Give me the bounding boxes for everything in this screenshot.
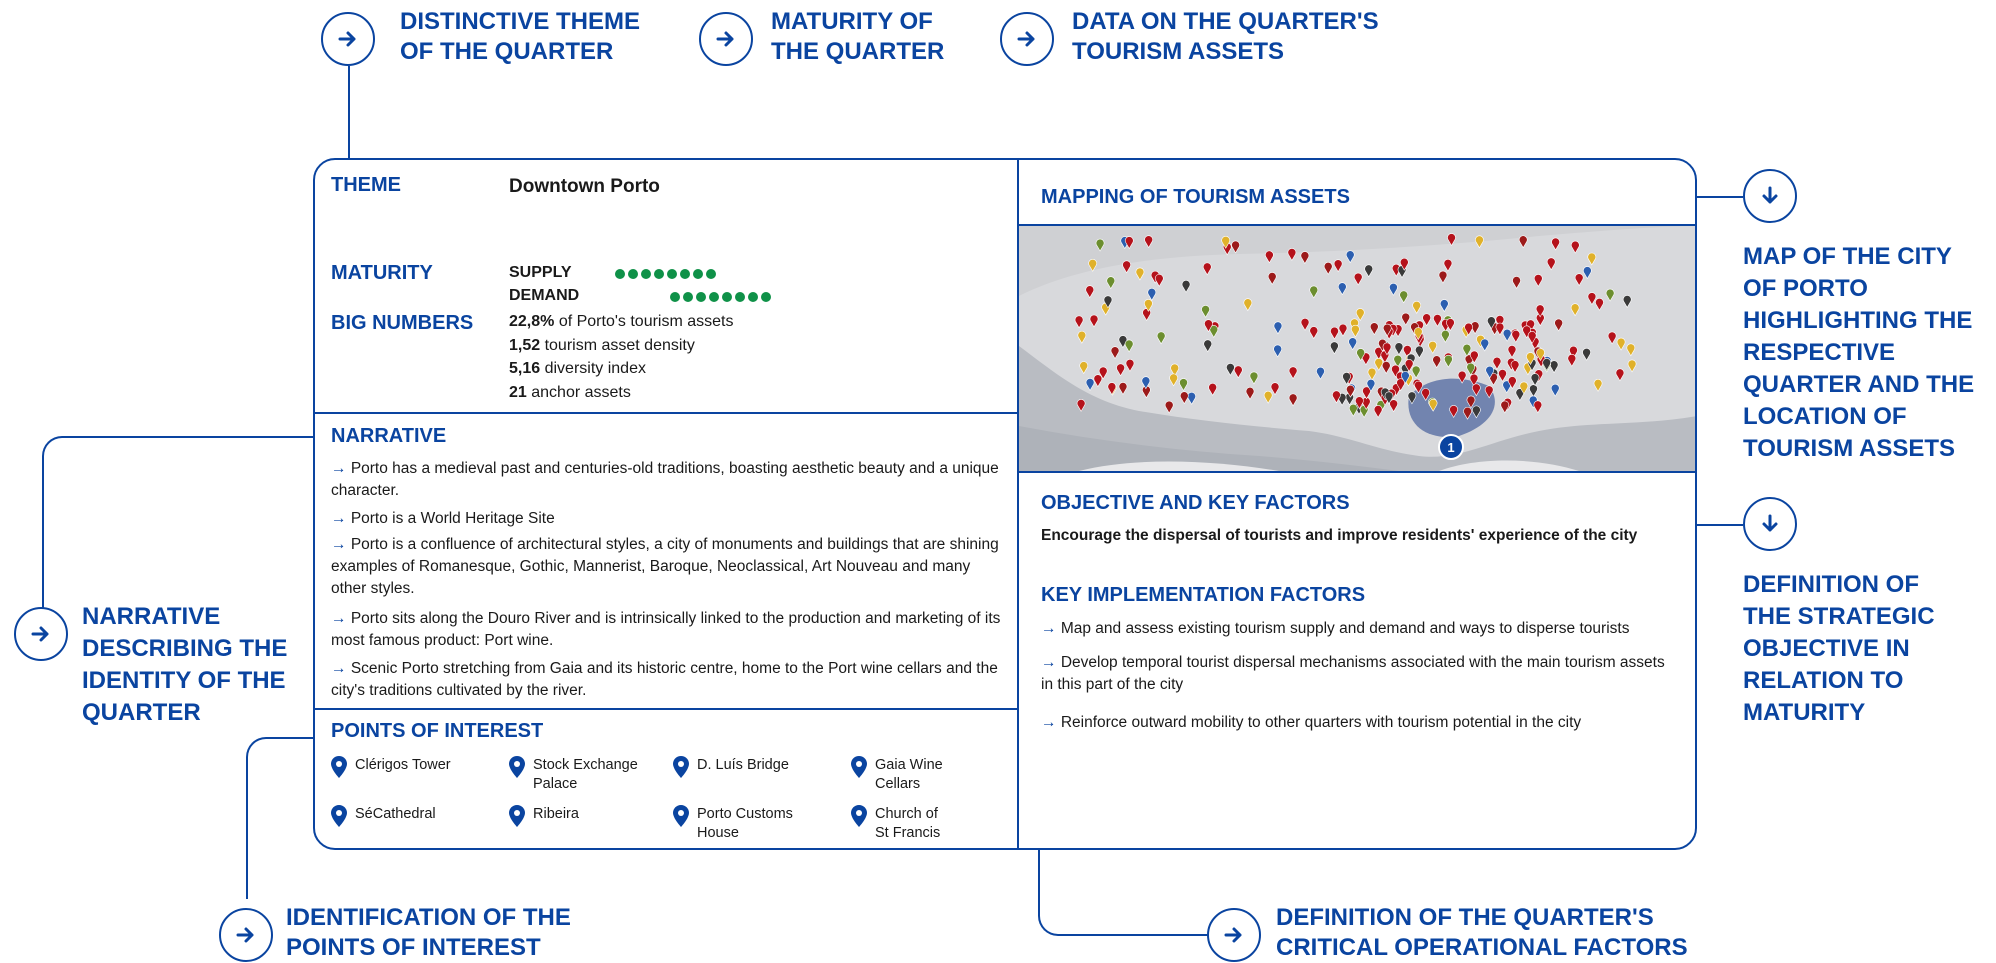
big-number-item: 5,16 diversity index — [509, 360, 646, 377]
maturity-dot — [761, 292, 771, 302]
location-pin-icon — [509, 756, 525, 778]
maturity-dot — [722, 292, 732, 302]
theme-label: THEME — [331, 174, 401, 196]
poi-name: SéCathedral — [355, 806, 436, 822]
callout-maturity: MATURITY OF THE QUARTER — [771, 8, 945, 65]
big-number-item: 21 anchor assets — [509, 383, 631, 401]
location-pin-icon — [851, 805, 867, 827]
callout-narrative: NARRATIVE DESCRIBING THE IDENTITY OF THE… — [82, 603, 288, 726]
location-pin-icon — [331, 756, 347, 778]
callout-map: MAP OF THE CITY OF PORTO HIGHLIGHTING TH… — [1743, 243, 1975, 462]
maturity-dot — [667, 269, 677, 279]
narrative-label: NARRATIVE — [331, 425, 447, 447]
big-numbers-label: BIG NUMBERS — [331, 312, 474, 334]
supply-dots — [615, 266, 719, 284]
connector-poi — [246, 737, 315, 899]
poi-name: Gaia Wine Cellars — [875, 757, 943, 792]
demand-label: DEMAND — [509, 287, 580, 304]
callout-strategic: DEFINITION OF THE STRATEGIC OBJECTIVE IN… — [1743, 571, 1935, 726]
kif-label: KEY IMPLEMENTATION FACTORS — [1041, 584, 1366, 606]
poi-item: Gaia Wine Cellars — [851, 756, 943, 794]
poi-label: POINTS OF INTEREST — [331, 720, 544, 742]
poi-name: Church of St Francis — [875, 806, 941, 841]
maturity-dot — [683, 292, 693, 302]
poi-item: SéCathedral — [331, 805, 436, 827]
critical-arrow-icon — [1207, 908, 1261, 962]
maturity-dot — [670, 292, 680, 302]
map-marker-label: 1 — [1447, 440, 1454, 455]
data-arrow-icon — [1000, 12, 1054, 66]
callout-poi: IDENTIFICATION OF THE POINTS OF INTEREST — [286, 904, 571, 961]
divider-narrative — [315, 412, 1017, 414]
kif-item: → Develop temporal tourist dispersal mec… — [1041, 654, 1665, 693]
theme-arrow-icon — [321, 12, 375, 66]
maturity-arrow-icon — [699, 12, 753, 66]
narrative-item: → Porto sits along the Douro River and i… — [331, 610, 1001, 649]
poi-item: Stock Exchange Palace — [509, 756, 638, 794]
mapping-label: MAPPING OF TOURISM ASSETS — [1041, 186, 1350, 208]
divider-poi — [315, 708, 1017, 710]
narrative-item: → Porto is a confluence of architectural… — [331, 536, 999, 597]
callout-critical: DEFINITION OF THE QUARTER'S CRITICAL OPE… — [1276, 904, 1688, 961]
callout-data: DATA ON THE QUARTER'S TOURISM ASSETS — [1072, 8, 1379, 65]
maturity-dot — [693, 269, 703, 279]
poi-item: Porto Customs House — [673, 805, 793, 843]
poi-item: Clérigos Tower — [331, 756, 451, 778]
maturity-dot — [709, 292, 719, 302]
maturity-dot — [641, 269, 651, 279]
poi-name: Porto Customs House — [697, 806, 793, 841]
connector-critical — [1038, 850, 1210, 936]
divider-objective — [1019, 471, 1695, 473]
maturity-dot — [706, 269, 716, 279]
connector-strategic — [1697, 524, 1743, 526]
map-graphic: 1 — [1019, 226, 1695, 471]
big-number-item: 22,8% of Porto's tourism assets — [509, 313, 734, 330]
maturity-label: MATURITY — [331, 262, 433, 284]
narrative-item: → Porto has a medieval past and centurie… — [331, 460, 999, 499]
narrative-item: → Scenic Porto stretching from Gaia and … — [331, 660, 998, 699]
maturity-dot — [615, 269, 625, 279]
maturity-dot — [748, 292, 758, 302]
theme-value: Downtown Porto — [509, 176, 660, 197]
maturity-dot — [654, 269, 664, 279]
maturity-dot — [680, 269, 690, 279]
kif-item: → Reinforce outward mobility to other qu… — [1041, 714, 1582, 731]
poi-name: Ribeira — [533, 806, 579, 822]
poi-name: Stock Exchange Palace — [533, 757, 638, 792]
location-pin-icon — [331, 805, 347, 827]
connector-map — [1697, 196, 1743, 198]
callout-theme: DISTINCTIVE THEME OF THE QUARTER — [400, 8, 641, 65]
objective-text: Encourage the dispersal of tourists and … — [1041, 527, 1638, 544]
strategic-arrow-down-icon — [1743, 497, 1797, 551]
location-pin-icon — [851, 756, 867, 778]
objective-label: OBJECTIVE AND KEY FACTORS — [1041, 492, 1350, 514]
connector-narrative — [42, 436, 315, 614]
maturity-dot — [696, 292, 706, 302]
narrative-item: → Porto is a World Heritage Site — [331, 510, 555, 527]
tourism-assets-map[interactable]: 1 — [1019, 226, 1695, 471]
demand-dots — [670, 289, 774, 307]
poi-item: Ribeira — [509, 805, 579, 827]
poi-name: Clérigos Tower — [355, 757, 451, 773]
narrative-arrow-icon — [14, 607, 68, 661]
location-pin-icon — [509, 805, 525, 827]
poi-item: D. Luís Bridge — [673, 756, 789, 778]
supply-label: SUPPLY — [509, 264, 572, 281]
big-number-item: 1,52 tourism asset density — [509, 336, 695, 354]
location-pin-icon — [673, 805, 689, 827]
poi-name: D. Luís Bridge — [697, 757, 789, 773]
poi-arrow-icon — [219, 908, 273, 962]
location-pin-icon — [673, 756, 689, 778]
poi-item: Church of St Francis — [851, 805, 940, 843]
kif-item: → Map and assess existing tourism supply… — [1041, 620, 1630, 637]
map-arrow-down-icon — [1743, 169, 1797, 223]
connector-theme — [348, 66, 350, 158]
big-numbers-list: 22,8% of Porto's tourism assets 1,52 tou… — [509, 310, 734, 404]
maturity-dot — [628, 269, 638, 279]
quarter-card: THEME Downtown Porto MATURITY SUPPLY DEM… — [313, 158, 1697, 850]
maturity-dot — [735, 292, 745, 302]
